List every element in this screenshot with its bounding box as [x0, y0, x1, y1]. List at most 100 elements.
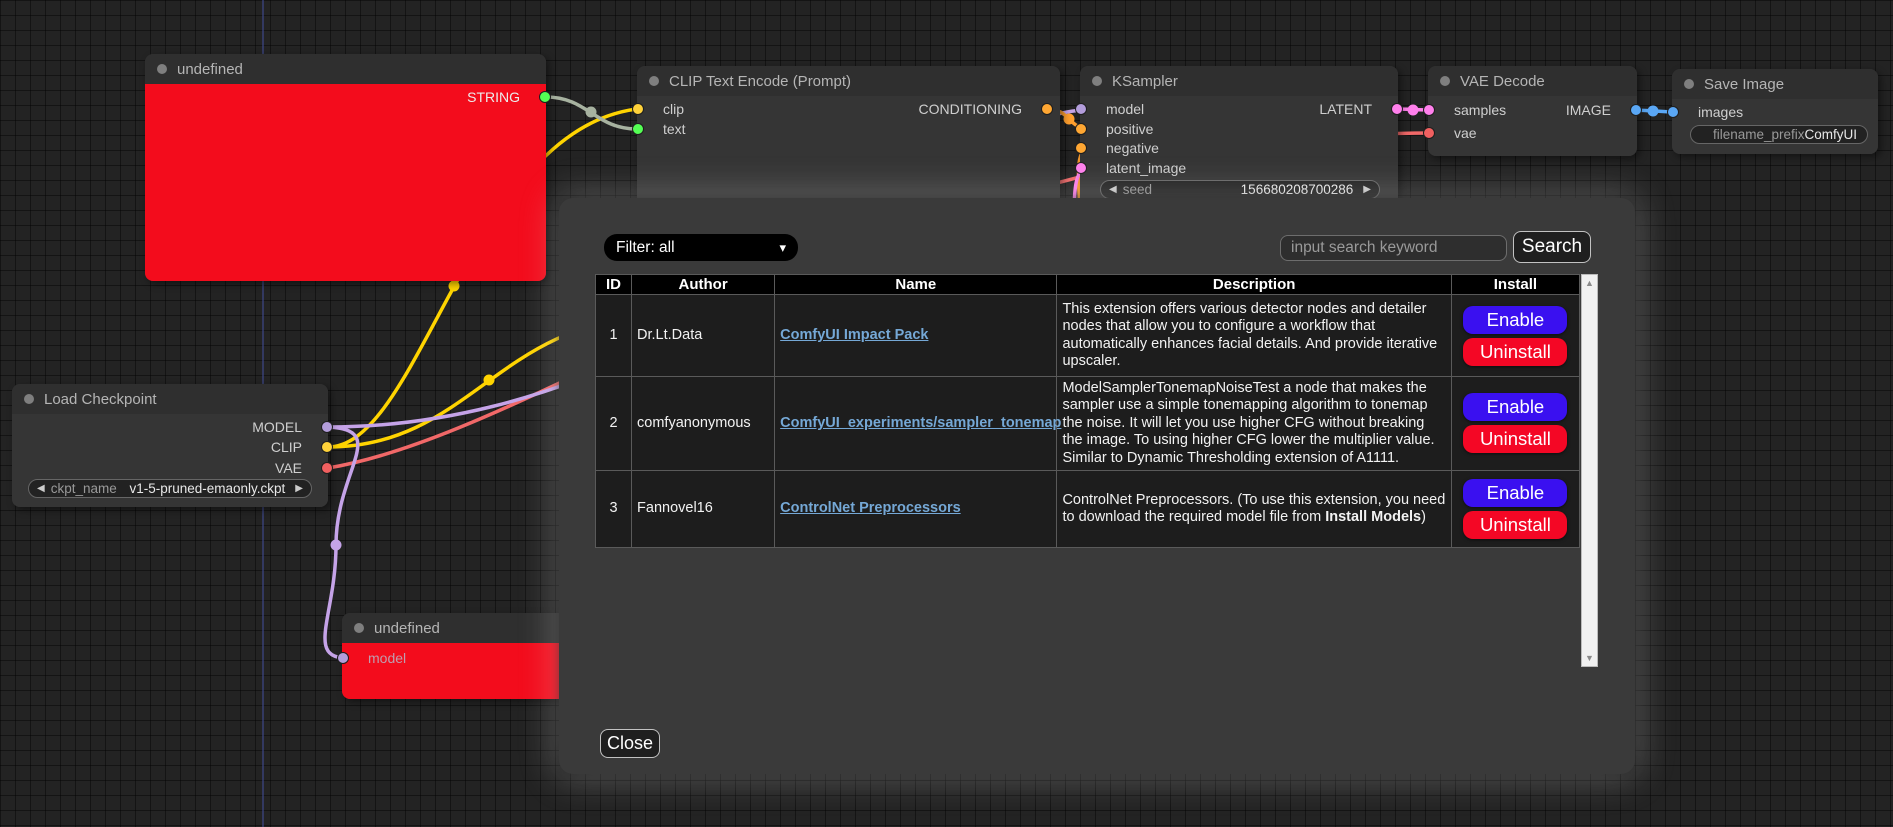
output-label: LATENT — [1319, 101, 1372, 117]
cell-id: 3 — [596, 470, 632, 547]
cell-description: This extension offers various detector n… — [1057, 295, 1451, 377]
widget-value: 156680208700286 — [1241, 182, 1354, 197]
input-port-clip[interactable] — [632, 103, 644, 115]
uninstall-button[interactable]: Uninstall — [1463, 338, 1567, 366]
scroll-up-icon[interactable]: ▲ — [1582, 276, 1597, 290]
input-label: latent_image — [1106, 160, 1186, 176]
input-port-images[interactable] — [1667, 106, 1679, 118]
cell-author: Fannovel16 — [632, 470, 775, 547]
table-row: 2 comfyanonymous ComfyUI_experiments/sam… — [596, 377, 1580, 471]
node-save-image[interactable]: Save Image images filename_prefix ComfyU… — [1672, 69, 1878, 154]
cell-author: comfyanonymous — [632, 377, 775, 471]
input-port-samples[interactable] — [1423, 104, 1435, 116]
node-load-checkpoint[interactable]: Load Checkpoint MODEL CLIP VAE ◀ ckpt_na… — [12, 384, 328, 507]
input-port-vae[interactable] — [1423, 127, 1435, 139]
node-title: Save Image — [1704, 76, 1784, 93]
input-port-negative[interactable] — [1075, 142, 1087, 154]
output-label: MODEL — [252, 419, 302, 435]
output-label: STRING — [467, 89, 520, 105]
node-undefined-top[interactable]: undefined STRING — [145, 54, 546, 281]
input-label: positive — [1106, 121, 1153, 137]
node-title-bar[interactable]: undefined — [145, 54, 546, 84]
node-title-bar[interactable]: Save Image — [1672, 69, 1878, 99]
filename-prefix-widget[interactable]: filename_prefix ComfyUI — [1690, 125, 1868, 144]
input-port-model[interactable] — [1075, 103, 1087, 115]
node-vae-decode[interactable]: VAE Decode samples vae IMAGE — [1428, 66, 1637, 156]
node-title: undefined — [177, 61, 243, 78]
extension-table-container: ID Author Name Description Install 1 Dr.… — [595, 274, 1598, 667]
col-header-name: Name — [775, 275, 1057, 295]
stepper-right-icon[interactable]: ▶ — [1363, 184, 1371, 195]
ckpt-name-widget[interactable]: ◀ ckpt_name v1-5-pruned-emaonly.ckpt ▶ — [28, 479, 312, 498]
node-title-bar[interactable]: VAE Decode — [1428, 66, 1637, 96]
output-label: IMAGE — [1566, 102, 1611, 118]
node-status-icon — [1684, 79, 1694, 89]
col-header-description: Description — [1057, 275, 1451, 295]
node-title-bar[interactable]: KSampler — [1080, 66, 1398, 96]
output-port-clip[interactable] — [321, 441, 333, 453]
node-title: KSampler — [1112, 73, 1178, 90]
stepper-right-icon[interactable]: ▶ — [295, 483, 303, 494]
stepper-left-icon[interactable]: ◀ — [37, 483, 45, 494]
cell-id: 2 — [596, 377, 632, 471]
stepper-left-icon[interactable]: ◀ — [1109, 184, 1117, 195]
output-port-image[interactable] — [1630, 104, 1642, 116]
input-port-text[interactable] — [632, 123, 644, 135]
widget-label: seed — [1123, 182, 1152, 197]
node-body-error: STRING — [145, 84, 546, 281]
node-title-bar[interactable]: Load Checkpoint — [12, 384, 328, 414]
table-row: 3 Fannovel16 ControlNet Preprocessors Co… — [596, 470, 1580, 547]
cell-description: ControlNet Preprocessors. (To use this e… — [1057, 470, 1451, 547]
output-port-conditioning[interactable] — [1041, 103, 1053, 115]
col-header-install: Install — [1451, 275, 1579, 295]
extension-link[interactable]: ControlNet Preprocessors — [780, 500, 961, 516]
enable-button[interactable]: Enable — [1463, 393, 1567, 421]
col-header-author: Author — [632, 275, 775, 295]
node-title-bar[interactable]: undefined — [342, 613, 566, 643]
input-label: samples — [1454, 102, 1506, 118]
output-port-latent[interactable] — [1391, 103, 1403, 115]
widget-value: v1-5-pruned-emaonly.ckpt — [129, 481, 285, 496]
widget-label: filename_prefix — [1713, 127, 1805, 142]
input-label: text — [663, 121, 686, 137]
output-port-vae[interactable] — [321, 462, 333, 474]
input-label: model — [1106, 101, 1144, 117]
node-title: undefined — [374, 620, 440, 637]
input-port-positive[interactable] — [1075, 123, 1087, 135]
uninstall-button[interactable]: Uninstall — [1463, 511, 1567, 539]
node-title: VAE Decode — [1460, 73, 1545, 90]
enable-button[interactable]: Enable — [1463, 479, 1567, 507]
close-button[interactable]: Close — [600, 729, 660, 758]
chevron-down-icon: ▾ — [779, 240, 786, 256]
node-body-error: model — [342, 643, 566, 699]
widget-value: ComfyUI — [1805, 127, 1858, 142]
table-row: 1 Dr.Lt.Data ComfyUI Impact Pack This ex… — [596, 295, 1580, 377]
scroll-down-icon[interactable]: ▼ — [1582, 651, 1597, 665]
filter-select[interactable]: Filter: all ▾ — [604, 234, 798, 261]
node-undefined-bottom[interactable]: undefined model — [342, 613, 566, 699]
search-button[interactable]: Search — [1513, 231, 1591, 263]
output-label: CLIP — [271, 439, 302, 455]
output-port-string[interactable] — [539, 91, 551, 103]
output-label: CONDITIONING — [919, 101, 1022, 117]
extension-link[interactable]: ComfyUI Impact Pack — [780, 327, 928, 343]
uninstall-button[interactable]: Uninstall — [1463, 425, 1567, 453]
col-header-id: ID — [596, 275, 632, 295]
input-port-model[interactable] — [337, 652, 349, 664]
table-scrollbar[interactable]: ▲ ▼ — [1581, 274, 1598, 667]
output-port-model[interactable] — [321, 421, 333, 433]
cell-id: 1 — [596, 295, 632, 377]
input-label: model — [368, 650, 406, 666]
search-input[interactable] — [1280, 235, 1507, 261]
input-label: images — [1698, 104, 1743, 120]
enable-button[interactable]: Enable — [1463, 306, 1567, 334]
extension-table: ID Author Name Description Install 1 Dr.… — [595, 274, 1580, 548]
node-title: Load Checkpoint — [44, 391, 157, 408]
extension-link[interactable]: ComfyUI_experiments/sampler_tonemap — [780, 415, 1061, 431]
comfyui-manager-dialog: Filter: all ▾ Search ID Author Name Desc… — [559, 198, 1635, 774]
node-status-icon — [24, 394, 34, 404]
node-title-bar[interactable]: CLIP Text Encode (Prompt) — [637, 66, 1060, 96]
input-label: clip — [663, 101, 684, 117]
input-port-latent-image[interactable] — [1075, 162, 1087, 174]
seed-widget[interactable]: ◀ seed 156680208700286 ▶ — [1100, 180, 1380, 199]
